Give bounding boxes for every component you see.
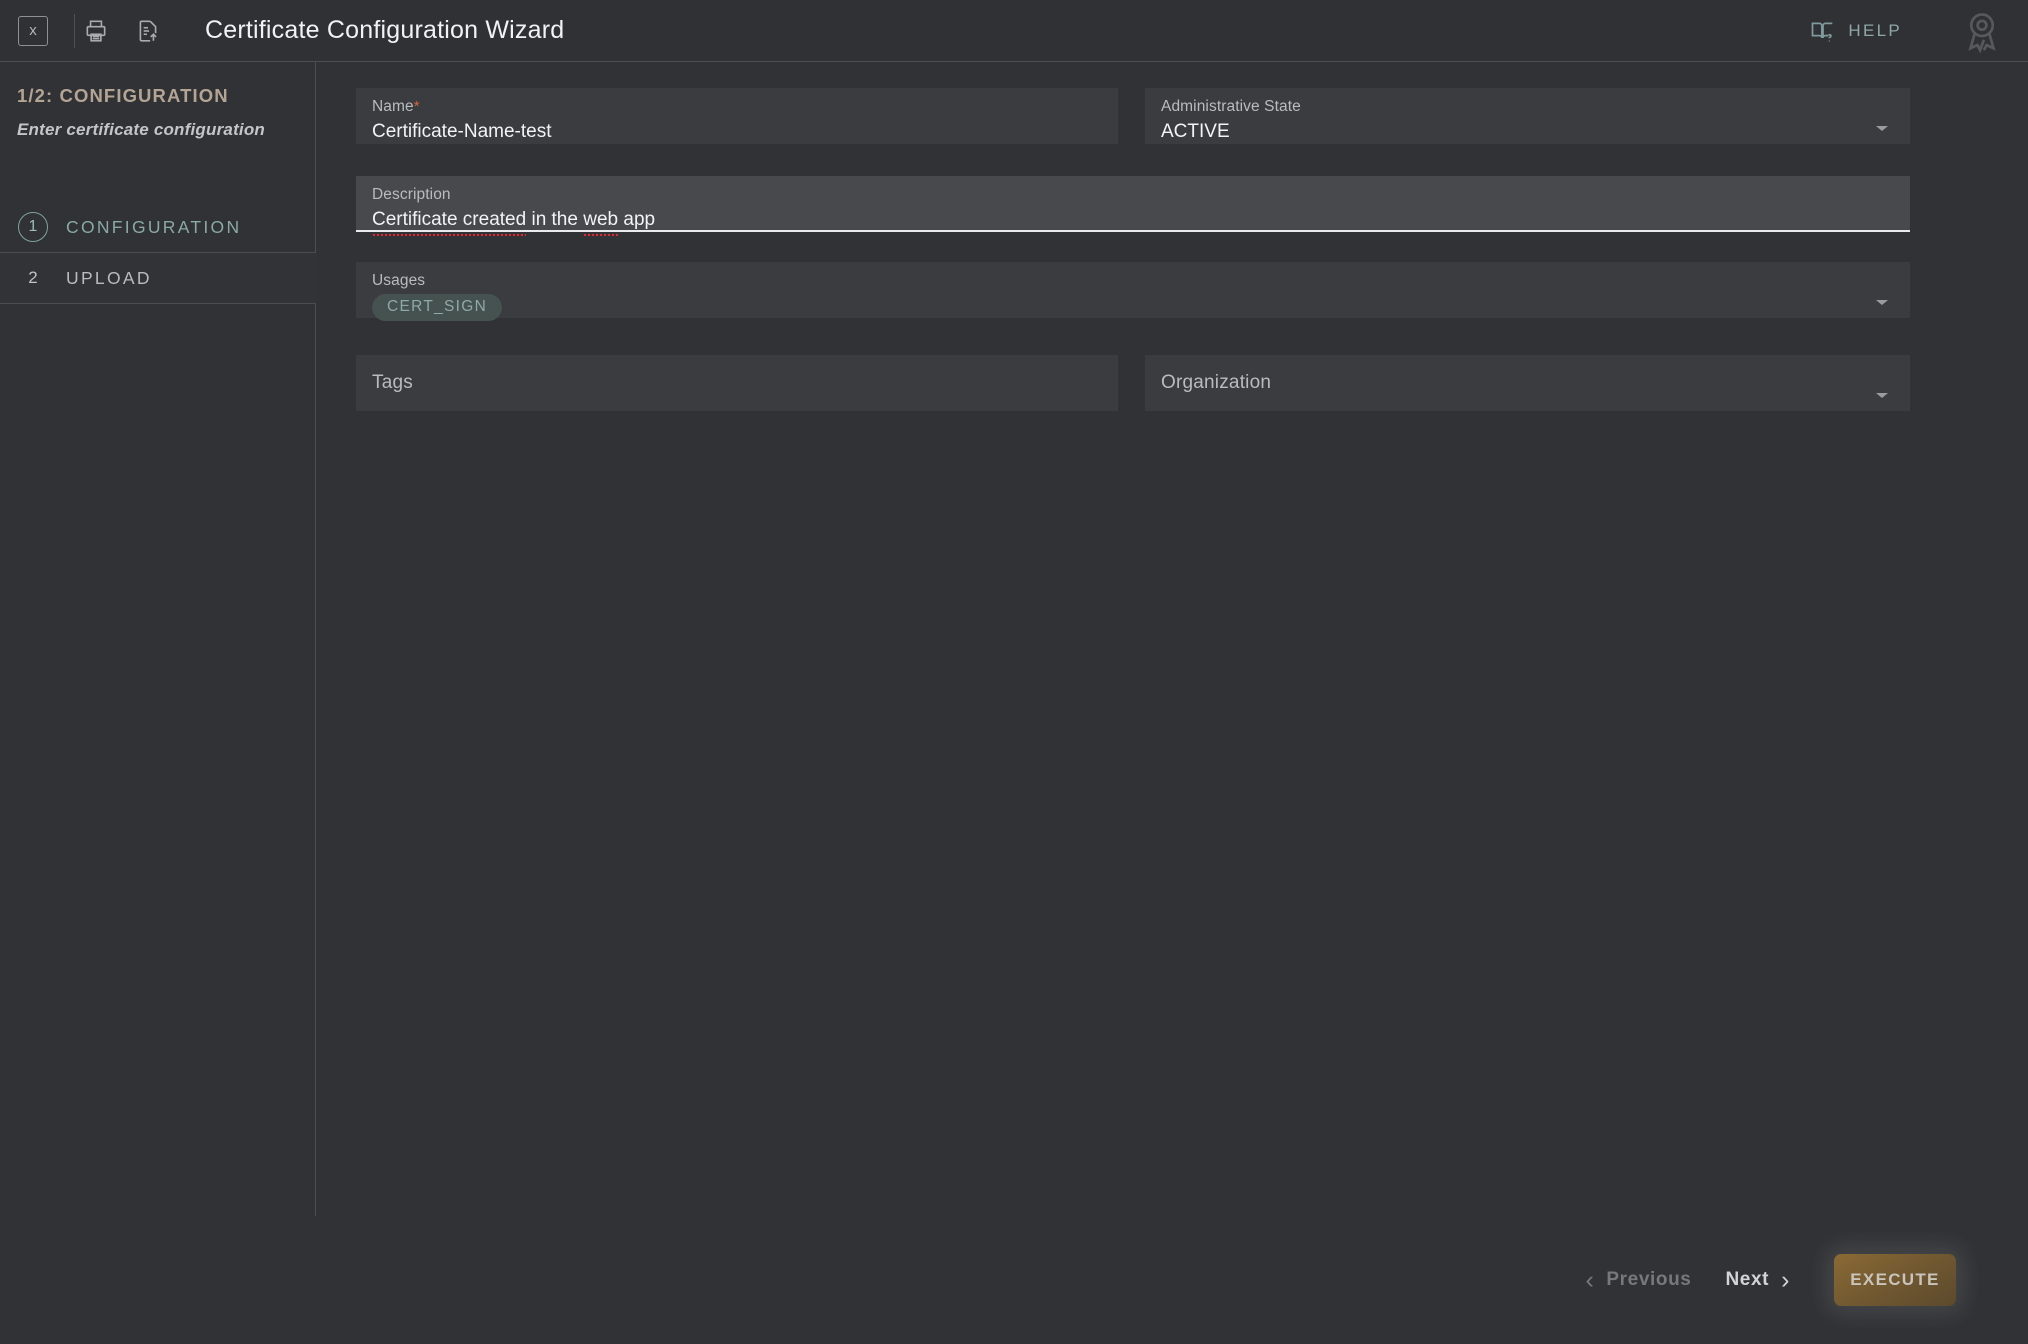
chevron-right-icon: › (1781, 1265, 1790, 1294)
name-label-text: Name (372, 98, 414, 115)
organization-select[interactable]: Organization (1145, 355, 1910, 411)
next-button[interactable]: Next › (1725, 1265, 1790, 1294)
chevron-down-icon[interactable] (1876, 126, 1888, 131)
required-marker: * (413, 98, 420, 115)
tags-field[interactable]: Tags (356, 355, 1118, 411)
description-field[interactable]: Description Certificate created in the w… (356, 176, 1910, 236)
spellcheck-word: Certificate created (372, 207, 527, 236)
organization-placeholder: Organization (1161, 372, 1272, 393)
step-number-badge: 1 (18, 212, 48, 242)
sidebar-step-configuration[interactable]: 1 CONFIGURATION (0, 202, 316, 252)
title-bar: x Certificate Configuration Wizard HELP (0, 0, 2028, 62)
next-label: Next (1725, 1269, 1770, 1290)
user-certificate-button[interactable] (1958, 7, 2006, 55)
execute-button[interactable]: EXECUTE (1834, 1254, 1956, 1306)
wizard-footer: ‹ Previous Next › EXECUTE (0, 1216, 2028, 1344)
chevron-left-icon: ‹ (1585, 1265, 1595, 1294)
name-field[interactable]: Name* Certificate-Name-test (356, 88, 1118, 144)
page-title: Certificate Configuration Wizard (205, 16, 565, 44)
usage-chip-cert-sign[interactable]: CERT_SIGN (372, 294, 503, 321)
usages-field-label: Usages (372, 272, 426, 289)
print-button[interactable] (75, 11, 117, 51)
spellcheck-word: web (583, 207, 618, 236)
wizard-step-counter: 1/2: CONFIGURATION (17, 85, 229, 106)
name-field-label: Name* (372, 97, 1102, 117)
name-input[interactable]: Certificate-Name-test (372, 119, 1102, 145)
printer-icon (86, 19, 106, 42)
previous-button[interactable]: ‹ Previous (1585, 1265, 1692, 1294)
wizard-step-description: Enter certificate configuration (17, 120, 266, 139)
help-label: HELP (1848, 20, 1902, 40)
description-input[interactable]: Certificate created in the web app (372, 207, 1894, 236)
document-upload-icon (139, 19, 157, 42)
wizard-form: Name* Certificate-Name-test Administrati… (317, 62, 2028, 1216)
usages-select[interactable]: Usages CERT_SIGN (356, 262, 1910, 321)
execute-label: EXECUTE (1850, 1270, 1940, 1289)
sidebar-step-label: UPLOAD (66, 267, 152, 288)
description-text-segment: in the (526, 209, 584, 230)
export-document-button[interactable] (127, 11, 169, 51)
description-field-label: Description (372, 186, 451, 203)
close-icon: x (29, 22, 37, 39)
sidebar-step-label: CONFIGURATION (66, 216, 242, 237)
chevron-down-icon[interactable] (1876, 300, 1888, 305)
step-number-badge: 2 (28, 268, 38, 287)
administrative-state-label: Administrative State (1161, 98, 1301, 115)
certificate-ribbon-icon (1968, 12, 1996, 53)
wizard-sidebar: 1/2: CONFIGURATION Enter certificate con… (0, 62, 316, 1216)
titlebar-right-actions: HELP (1809, 7, 2028, 55)
close-window-button[interactable]: x (18, 15, 48, 46)
tags-placeholder: Tags (372, 372, 413, 393)
chevron-down-icon[interactable] (1876, 393, 1888, 398)
sidebar-step-upload[interactable]: 2 UPLOAD (0, 252, 316, 304)
administrative-state-select[interactable]: Administrative State ACTIVE (1145, 88, 1910, 144)
previous-label: Previous (1606, 1269, 1692, 1290)
description-text-segment: app (618, 209, 656, 230)
administrative-state-value: ACTIVE (1161, 121, 1230, 142)
help-button[interactable]: HELP (1809, 17, 1902, 45)
book-question-icon (1812, 22, 1833, 42)
wizard-step-list: 1 CONFIGURATION 2 UPLOAD (0, 202, 316, 304)
wizard-window: x Certificate Configuration Wizard HELP … (0, 0, 2028, 1344)
